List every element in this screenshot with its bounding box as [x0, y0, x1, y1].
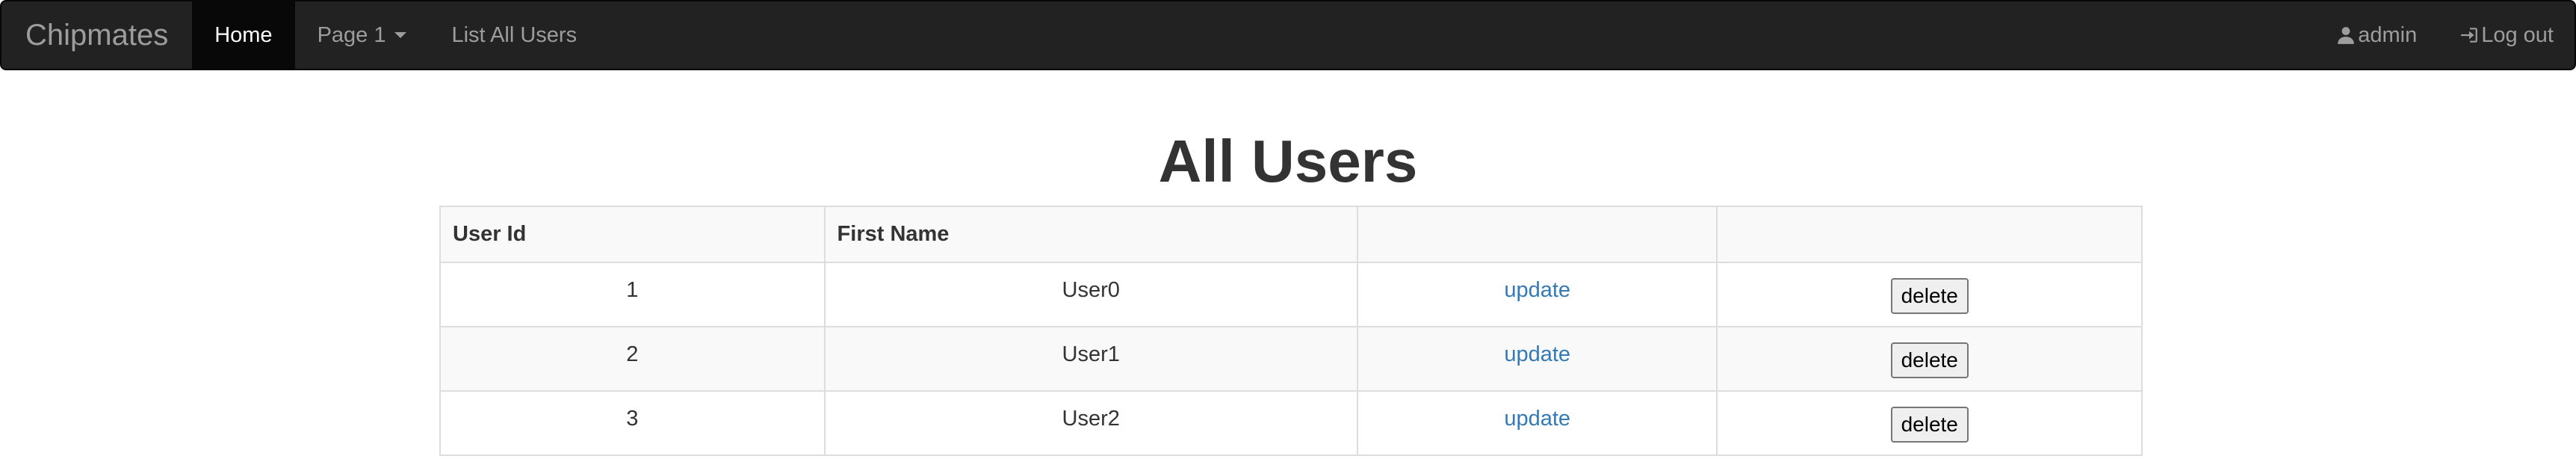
table-row: 1 User0 update delete	[439, 262, 2143, 327]
caret-down-icon	[394, 32, 407, 38]
navbar-right: admin Log out	[2315, 1, 2575, 69]
cell-user-id: 3	[439, 390, 826, 456]
header-update	[1356, 206, 1718, 263]
header-delete	[1716, 206, 2143, 263]
nav-home[interactable]: Home	[192, 1, 295, 69]
brand-link[interactable]: Chipmates	[1, 1, 192, 69]
cell-update: update	[1356, 326, 1718, 392]
update-link[interactable]: update	[1504, 342, 1570, 366]
table-row: 3 User2 update delete	[439, 390, 2143, 456]
nav-logout[interactable]: Log out	[2438, 1, 2575, 69]
nav-admin-label: admin	[2358, 22, 2418, 47]
cell-delete: delete	[1716, 390, 2143, 456]
delete-button[interactable]: delete	[1890, 342, 1969, 378]
nav-list-all-users[interactable]: List All Users	[429, 1, 599, 69]
nav-logout-label: Log out	[2481, 22, 2554, 47]
navbar: Chipmates Home Page 1 List All Users adm…	[0, 0, 2576, 70]
cell-delete: delete	[1716, 326, 2143, 392]
cell-update: update	[1356, 390, 1718, 456]
table-row: 2 User1 update delete	[439, 326, 2143, 392]
update-link[interactable]: update	[1504, 278, 1570, 302]
nav-admin[interactable]: admin	[2315, 1, 2438, 69]
cell-first-name: User0	[823, 262, 1358, 327]
user-icon	[2335, 25, 2356, 46]
nav-page1-dropdown[interactable]: Page 1	[295, 1, 430, 69]
cell-user-id: 2	[439, 326, 826, 392]
header-user-id: User Id	[439, 206, 826, 263]
nav-list-all-users-label: List All Users	[451, 22, 578, 47]
cell-first-name: User2	[823, 390, 1358, 456]
header-first-name: First Name	[823, 206, 1358, 263]
delete-button[interactable]: delete	[1890, 407, 1969, 443]
page-title: All Users	[1158, 128, 1418, 194]
log-in-icon	[2459, 25, 2480, 46]
update-link[interactable]: update	[1504, 407, 1570, 431]
cell-update: update	[1356, 262, 1718, 327]
nav-page1-label: Page 1	[317, 22, 386, 47]
users-table: User Id First Name 1 User0 update delete…	[439, 206, 2143, 456]
cell-user-id: 1	[439, 262, 826, 327]
nav-home-label: Home	[214, 22, 273, 47]
delete-button[interactable]: delete	[1890, 278, 1969, 314]
cell-delete: delete	[1716, 262, 2143, 327]
table-header-row: User Id First Name	[439, 206, 2143, 263]
cell-first-name: User1	[823, 326, 1358, 392]
